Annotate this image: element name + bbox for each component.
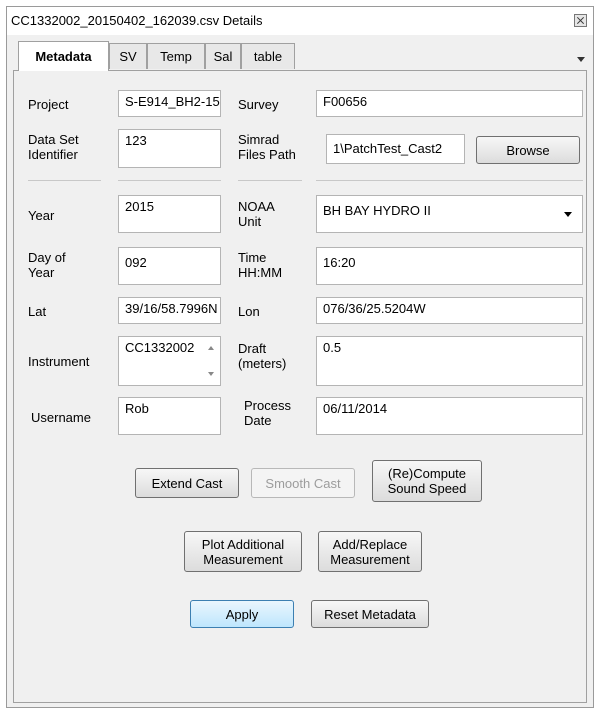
process-date-label: Process Date bbox=[244, 398, 291, 428]
tab-strip: Metadata SV Temp Sal table bbox=[7, 35, 593, 71]
dataset-field[interactable]: 123 bbox=[118, 129, 221, 168]
dataset-label: Data Set Identifier bbox=[28, 132, 79, 162]
title-bar: CC1332002_20150402_162039.csv Details bbox=[7, 7, 593, 36]
username-field[interactable]: Rob bbox=[118, 397, 221, 435]
simrad-label: Simrad Files Path bbox=[238, 132, 296, 162]
year-field[interactable]: 2015 bbox=[118, 195, 221, 233]
plot-additional-measurement-button[interactable]: Plot Additional Measurement bbox=[184, 531, 302, 572]
year-label: Year bbox=[28, 208, 55, 223]
draft-field[interactable]: 0.5 bbox=[316, 336, 583, 386]
apply-button[interactable]: Apply bbox=[190, 600, 294, 628]
lat-field[interactable]: 39/16/58.7996N bbox=[118, 297, 221, 324]
add-replace-measurement-button[interactable]: Add/Replace Measurement bbox=[318, 531, 422, 572]
tab-sal[interactable]: Sal bbox=[205, 43, 241, 69]
smooth-cast-button[interactable]: Smooth Cast bbox=[251, 468, 355, 498]
dropdown-arrow-icon bbox=[564, 212, 572, 217]
tab-table[interactable]: table bbox=[241, 43, 295, 69]
tab-temp[interactable]: Temp bbox=[147, 43, 205, 69]
day-of-year-label: Day of Year bbox=[28, 250, 66, 280]
draft-label: Draft (meters) bbox=[238, 341, 287, 371]
tab-metadata[interactable]: Metadata bbox=[18, 41, 109, 71]
tab-overflow-icon[interactable] bbox=[577, 57, 585, 62]
noaa-unit-select[interactable]: BH BAY HYDRO II bbox=[316, 195, 583, 233]
noaa-unit-value: BH BAY HYDRO II bbox=[323, 203, 431, 218]
divider bbox=[238, 180, 302, 181]
instrument-value: CC1332002 bbox=[125, 340, 195, 355]
instrument-field[interactable]: CC1332002 bbox=[118, 336, 221, 386]
noaa-unit-label: NOAA Unit bbox=[238, 199, 275, 229]
lon-field[interactable]: 076/36/25.5204W bbox=[316, 297, 583, 324]
simrad-path-field[interactable]: 1\PatchTest_Cast2 bbox=[326, 134, 465, 164]
details-window: CC1332002_20150402_162039.csv Details Me… bbox=[6, 6, 594, 708]
project-label: Project bbox=[28, 97, 69, 112]
time-label: Time HH:MM bbox=[238, 250, 283, 280]
instrument-spinner[interactable] bbox=[202, 337, 220, 385]
metadata-panel: Project S-E914_BH2-15 Survey F00656 Data… bbox=[13, 70, 587, 703]
day-of-year-field[interactable]: 092 bbox=[118, 247, 221, 285]
lat-label: Lat bbox=[28, 304, 47, 319]
username-label: Username bbox=[31, 410, 91, 425]
divider bbox=[118, 180, 221, 181]
time-field[interactable]: 16:20 bbox=[316, 247, 583, 285]
extend-cast-button[interactable]: Extend Cast bbox=[135, 468, 239, 498]
instrument-label: Instrument bbox=[28, 354, 90, 369]
tab-sv[interactable]: SV bbox=[109, 43, 147, 69]
survey-field[interactable]: F00656 bbox=[316, 90, 583, 117]
browse-button[interactable]: Browse bbox=[476, 136, 580, 164]
project-field[interactable]: S-E914_BH2-15 bbox=[118, 90, 221, 117]
spin-up-icon[interactable] bbox=[208, 346, 214, 350]
reset-metadata-button[interactable]: Reset Metadata bbox=[311, 600, 429, 628]
process-date-field[interactable]: 06/11/2014 bbox=[316, 397, 583, 435]
survey-label: Survey bbox=[238, 97, 279, 112]
divider bbox=[316, 180, 583, 181]
close-icon[interactable] bbox=[574, 14, 587, 27]
lon-label: Lon bbox=[238, 304, 260, 319]
divider bbox=[28, 180, 101, 181]
spin-down-icon[interactable] bbox=[208, 372, 214, 376]
recompute-sound-speed-button[interactable]: (Re)Compute Sound Speed bbox=[372, 460, 482, 502]
window-title: CC1332002_20150402_162039.csv Details bbox=[11, 13, 263, 28]
